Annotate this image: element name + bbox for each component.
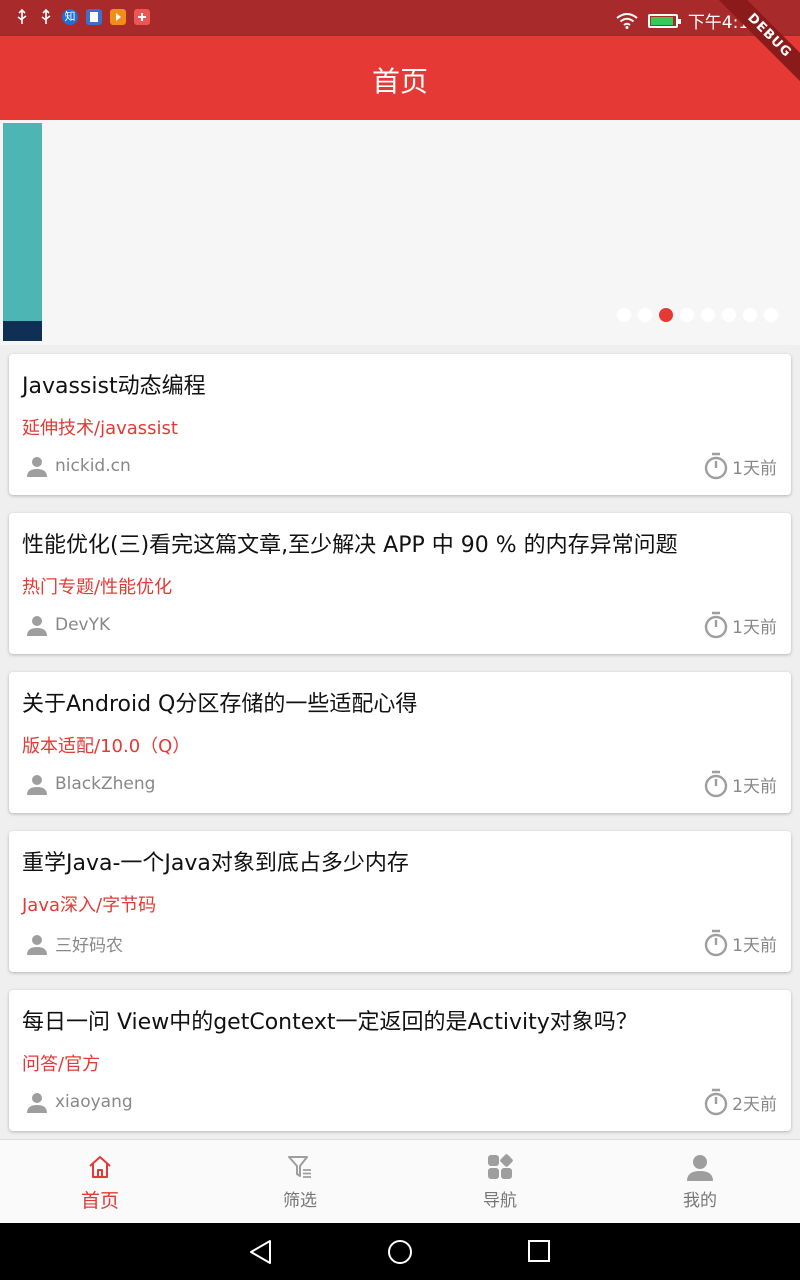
carousel-dot[interactable] <box>701 308 715 322</box>
person-icon <box>27 457 47 477</box>
author-name: BlackZheng <box>55 774 156 794</box>
carousel-dot[interactable] <box>680 308 694 322</box>
apps-icon <box>488 1154 513 1179</box>
status-bar: 知 下午4:10 <box>0 0 800 36</box>
article-author: BlackZheng <box>25 772 155 796</box>
article-author: DevYK <box>25 613 110 637</box>
carousel-dot[interactable] <box>743 308 757 322</box>
article-card[interactable]: 性能优化(三)看完这篇文章,至少解决 APP 中 90 % 的内存异常问题 热门… <box>9 513 791 654</box>
article-category[interactable]: 问答/官方 <box>22 1050 100 1076</box>
timer-icon <box>704 611 728 639</box>
bottom-navigation: 首页 筛选 导航 我的 <box>0 1139 800 1223</box>
recents-icon[interactable] <box>527 1239 551 1263</box>
article-category[interactable]: 延伸技术/javassist <box>22 414 178 440</box>
article-title: 重学Java-一个Java对象到底占多少内存 <box>22 851 409 876</box>
reader-icon <box>86 9 102 25</box>
article-title: 性能优化(三)看完这篇文章,至少解决 APP 中 90 % 的内存异常问题 <box>22 533 678 558</box>
timer-icon <box>704 1088 728 1116</box>
carousel-dot[interactable] <box>764 308 778 322</box>
author-name: DevYK <box>55 615 111 635</box>
nav-tab-profile[interactable]: 我的 <box>600 1140 800 1223</box>
article-time: 1天前 <box>703 929 777 957</box>
banner-image-edge <box>3 321 42 341</box>
nav-label: 首页 <box>80 1190 119 1212</box>
article-author: 三好码农 <box>25 931 123 956</box>
author-name: 三好码农 <box>55 936 123 956</box>
time-label: 1天前 <box>732 776 777 797</box>
plus-icon <box>134 9 150 25</box>
article-category[interactable]: 版本适配/10.0（Q） <box>22 732 190 758</box>
notification-icons: 知 <box>14 9 150 25</box>
battery-icon <box>647 13 681 28</box>
nav-label: 我的 <box>683 1191 717 1211</box>
timer-icon <box>704 770 728 798</box>
banner-carousel[interactable] <box>0 120 800 345</box>
article-time: 1天前 <box>703 770 777 798</box>
carousel-indicator <box>617 308 778 322</box>
carousel-dot[interactable] <box>617 308 631 322</box>
carousel-dot[interactable] <box>638 308 652 322</box>
time-label: 1天前 <box>732 935 777 956</box>
article-time: 2天前 <box>703 1088 777 1116</box>
article-author: nickid.cn <box>25 454 131 478</box>
wifi-icon <box>616 12 638 29</box>
banner-image[interactable] <box>3 123 42 341</box>
author-name: xiaoyang <box>55 1092 133 1112</box>
author-name: nickid.cn <box>55 456 131 476</box>
time-label: 1天前 <box>732 458 777 479</box>
timer-icon <box>704 452 728 480</box>
person-icon <box>27 775 47 795</box>
time-label: 2天前 <box>732 1094 777 1115</box>
app-bar: 首页 <box>0 36 800 120</box>
usb-icon <box>41 9 51 24</box>
person-icon <box>687 1155 713 1181</box>
home-circle-icon[interactable] <box>387 1239 413 1265</box>
nav-tab-home[interactable]: 首页 <box>0 1140 200 1223</box>
person-icon <box>27 1093 47 1113</box>
article-category[interactable]: Java深入/字节码 <box>22 891 156 917</box>
article-category[interactable]: 热门专题/性能优化 <box>22 573 172 599</box>
filter-icon <box>288 1156 311 1178</box>
carousel-dot-active[interactable] <box>659 308 673 322</box>
article-time: 1天前 <box>703 611 777 639</box>
article-title: Javassist动态编程 <box>22 374 206 399</box>
article-card[interactable]: Javassist动态编程 延伸技术/javassist nickid.cn 1… <box>9 354 791 495</box>
article-title: 每日一问 View中的getContext一定返回的是Activity对象吗？ <box>22 1010 638 1035</box>
article-title: 关于Android Q分区存储的一些适配心得 <box>22 692 418 717</box>
system-navigation-bar <box>0 1223 800 1280</box>
nav-label: 筛选 <box>283 1191 317 1211</box>
back-icon[interactable] <box>248 1239 274 1265</box>
page-title: 首页 <box>371 65 428 98</box>
time-label: 1天前 <box>732 617 777 638</box>
usb-icon <box>17 9 27 24</box>
nav-tab-navigation[interactable]: 导航 <box>400 1140 600 1223</box>
person-icon <box>27 934 47 955</box>
timer-icon <box>704 929 728 957</box>
player-icon <box>110 9 126 25</box>
article-card[interactable]: 重学Java-一个Java对象到底占多少内存 Java深入/字节码 三好码农 1… <box>9 831 791 972</box>
zhihu-icon: 知 <box>62 9 78 25</box>
nav-label: 导航 <box>483 1191 517 1211</box>
article-time: 1天前 <box>703 452 777 480</box>
carousel-dot[interactable] <box>722 308 736 322</box>
home-icon <box>89 1156 111 1178</box>
article-card[interactable]: 关于Android Q分区存储的一些适配心得 版本适配/10.0（Q） Blac… <box>9 672 791 813</box>
article-author: xiaoyang <box>25 1090 133 1114</box>
article-card[interactable]: 每日一问 View中的getContext一定返回的是Activity对象吗？ … <box>9 990 791 1131</box>
nav-tab-filter[interactable]: 筛选 <box>200 1140 400 1223</box>
person-icon <box>27 616 47 636</box>
